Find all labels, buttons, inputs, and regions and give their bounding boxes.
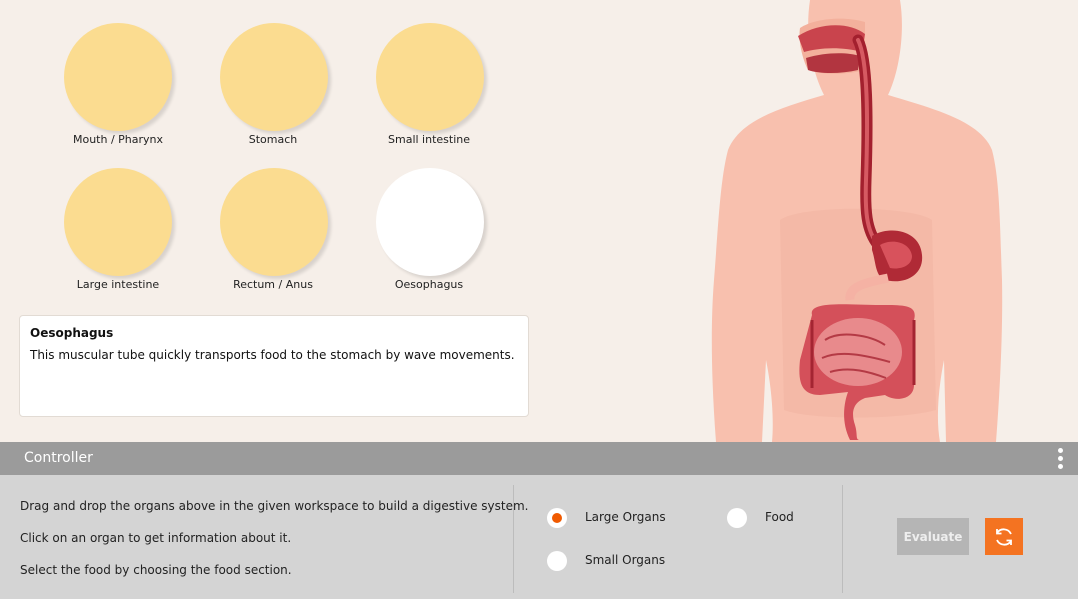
controller-header: Controller bbox=[0, 442, 1078, 475]
instruction-line: Click on an organ to get information abo… bbox=[20, 531, 292, 545]
refresh-icon[interactable] bbox=[985, 518, 1023, 555]
organ-rectum-anus[interactable] bbox=[220, 168, 328, 276]
instruction-line: Select the food by choosing the food sec… bbox=[20, 563, 292, 577]
organ-mouth-pharynx[interactable] bbox=[64, 23, 172, 131]
radio-dot bbox=[727, 508, 747, 528]
controller-title: Controller bbox=[24, 450, 93, 466]
radio-label-large-organs: Large Organs bbox=[585, 510, 666, 524]
organ-label-oesophagus: Oesophagus bbox=[394, 278, 464, 291]
radio-dot bbox=[547, 551, 567, 571]
instruction-line: Drag and drop the organs above in the gi… bbox=[20, 499, 529, 513]
organ-small-intestine[interactable] bbox=[376, 23, 484, 131]
organ-oesophagus[interactable] bbox=[376, 168, 484, 276]
organ-label-mouth-pharynx: Mouth / Pharynx bbox=[72, 133, 164, 146]
radio-dot-selected bbox=[547, 508, 567, 528]
body-digestive-illustration bbox=[711, 0, 1003, 442]
panel-divider bbox=[513, 485, 514, 593]
radio-label-small-organs: Small Organs bbox=[585, 553, 666, 567]
organ-label-small-intestine: Small intestine bbox=[388, 133, 470, 146]
evaluate-button[interactable]: Evaluate bbox=[897, 518, 969, 555]
info-title: Oesophagus bbox=[30, 326, 114, 340]
organ-label-stomach: Stomach bbox=[248, 133, 298, 146]
organ-stomach[interactable] bbox=[220, 23, 328, 131]
refresh-icon-glyph bbox=[996, 527, 1012, 546]
organ-large-intestine[interactable] bbox=[64, 168, 172, 276]
organ-label-large-intestine: Large intestine bbox=[76, 278, 160, 291]
small-intestine-shape bbox=[814, 318, 902, 386]
more-vertical-icon[interactable] bbox=[1058, 448, 1064, 470]
info-panel: Oesophagus This muscular tube quickly tr… bbox=[19, 315, 529, 417]
workspace: Mouth / Pharynx Stomach Small intestine … bbox=[0, 0, 1078, 442]
info-text: This muscular tube quickly transports fo… bbox=[30, 348, 515, 362]
panel-divider bbox=[842, 485, 843, 593]
radio-label-food: Food bbox=[765, 510, 794, 524]
organ-label-rectum-anus: Rectum / Anus bbox=[233, 278, 313, 291]
